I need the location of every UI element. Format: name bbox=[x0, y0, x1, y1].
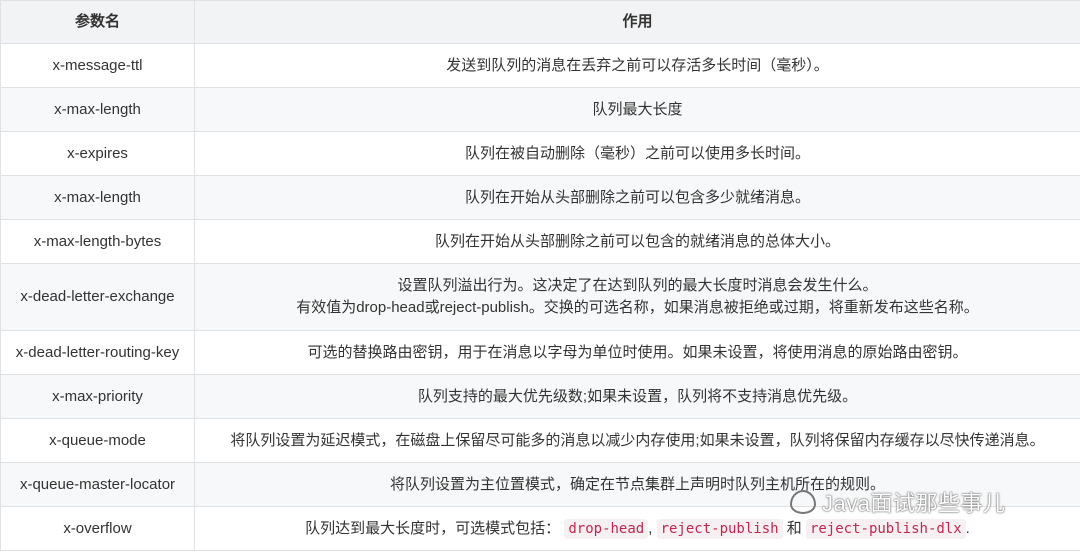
desc-suffix: . bbox=[965, 519, 970, 537]
table-row: x-dead-letter-routing-key 可选的替换路由密钥，用于在消… bbox=[0, 330, 1080, 375]
table-row: x-overflow 队列达到最大长度时，可选模式包括： drop-head, … bbox=[0, 506, 1080, 551]
param-name-cell: x-max-length bbox=[0, 175, 195, 220]
param-desc-cell: 可选的替换路由密钥，用于在消息以字母为单位时使用。如果未设置，将使用消息的原始路… bbox=[194, 330, 1080, 375]
param-desc-cell: 将队列设置为延迟模式，在磁盘上保留尽可能多的消息以减少内存使用;如果未设置，队列… bbox=[194, 418, 1080, 463]
param-desc-cell: 队列在被自动删除（毫秒）之前可以使用多长时间。 bbox=[194, 131, 1080, 176]
table-row: x-max-length 队列在开始从头部删除之前可以包含多少就绪消息。 bbox=[0, 175, 1080, 220]
param-desc-cell: 设置队列溢出行为。这决定了在达到队列的最大长度时消息会发生什么。 有效值为dro… bbox=[194, 263, 1080, 331]
params-table: 参数名 作用 x-message-ttl 发送到队列的消息在丢弃之前可以存活多长… bbox=[0, 0, 1080, 551]
code-drop-head: drop-head bbox=[564, 518, 649, 539]
table-row: x-dead-letter-exchange 设置队列溢出行为。这决定了在达到队… bbox=[0, 263, 1080, 331]
param-name-cell: x-queue-mode bbox=[0, 418, 195, 463]
table-row: x-expires 队列在被自动删除（毫秒）之前可以使用多长时间。 bbox=[0, 131, 1080, 176]
separator-and: 和 bbox=[786, 519, 802, 537]
param-desc-cell: 发送到队列的消息在丢弃之前可以存活多长时间（毫秒）。 bbox=[194, 43, 1080, 88]
param-name-cell: x-queue-master-locator bbox=[0, 462, 195, 507]
desc-line-1: 设置队列溢出行为。这决定了在达到队列的最大长度时消息会发生什么。 bbox=[397, 277, 878, 294]
header-param-name: 参数名 bbox=[0, 0, 195, 44]
desc-line-2: 有效值为drop-head或reject-publish。交换的可选名称，如果消… bbox=[296, 299, 979, 316]
param-name-cell: x-overflow bbox=[0, 506, 195, 551]
table-row: x-message-ttl 发送到队列的消息在丢弃之前可以存活多长时间（毫秒）。 bbox=[0, 43, 1080, 88]
param-desc-cell: 队列达到最大长度时，可选模式包括： drop-head, reject-publ… bbox=[194, 506, 1080, 551]
param-desc-cell: 队列支持的最大优先级数;如果未设置，队列将不支持消息优先级。 bbox=[194, 374, 1080, 419]
desc-prefix: 队列达到最大长度时，可选模式包括： bbox=[305, 519, 561, 537]
code-reject-publish: reject-publish bbox=[656, 518, 783, 539]
param-name-cell: x-max-priority bbox=[0, 374, 195, 419]
table-row: x-max-priority 队列支持的最大优先级数;如果未设置，队列将不支持消… bbox=[0, 374, 1080, 419]
param-desc-cell: 队列在开始从头部删除之前可以包含的就绪消息的总体大小。 bbox=[194, 219, 1080, 264]
param-name-cell: x-dead-letter-exchange bbox=[0, 263, 195, 331]
separator: , bbox=[648, 519, 653, 537]
param-name-cell: x-max-length-bytes bbox=[0, 219, 195, 264]
header-purpose: 作用 bbox=[194, 0, 1080, 44]
param-desc-cell: 队列在开始从头部删除之前可以包含多少就绪消息。 bbox=[194, 175, 1080, 220]
param-name-cell: x-message-ttl bbox=[0, 43, 195, 88]
param-desc-cell: 队列最大长度 bbox=[194, 87, 1080, 132]
table-row: x-max-length 队列最大长度 bbox=[0, 87, 1080, 132]
param-name-cell: x-expires bbox=[0, 131, 195, 176]
table-row: x-queue-master-locator 将队列设置为主位置模式，确定在节点… bbox=[0, 462, 1080, 507]
table-header-row: 参数名 作用 bbox=[0, 0, 1080, 44]
param-desc-cell: 将队列设置为主位置模式，确定在节点集群上声明时队列主机所在的规则。 bbox=[194, 462, 1080, 507]
table-row: x-queue-mode 将队列设置为延迟模式，在磁盘上保留尽可能多的消息以减少… bbox=[0, 418, 1080, 463]
param-name-cell: x-dead-letter-routing-key bbox=[0, 330, 195, 375]
param-name-cell: x-max-length bbox=[0, 87, 195, 132]
table-row: x-max-length-bytes 队列在开始从头部删除之前可以包含的就绪消息… bbox=[0, 219, 1080, 264]
code-reject-publish-dlx: reject-publish-dlx bbox=[805, 518, 966, 539]
